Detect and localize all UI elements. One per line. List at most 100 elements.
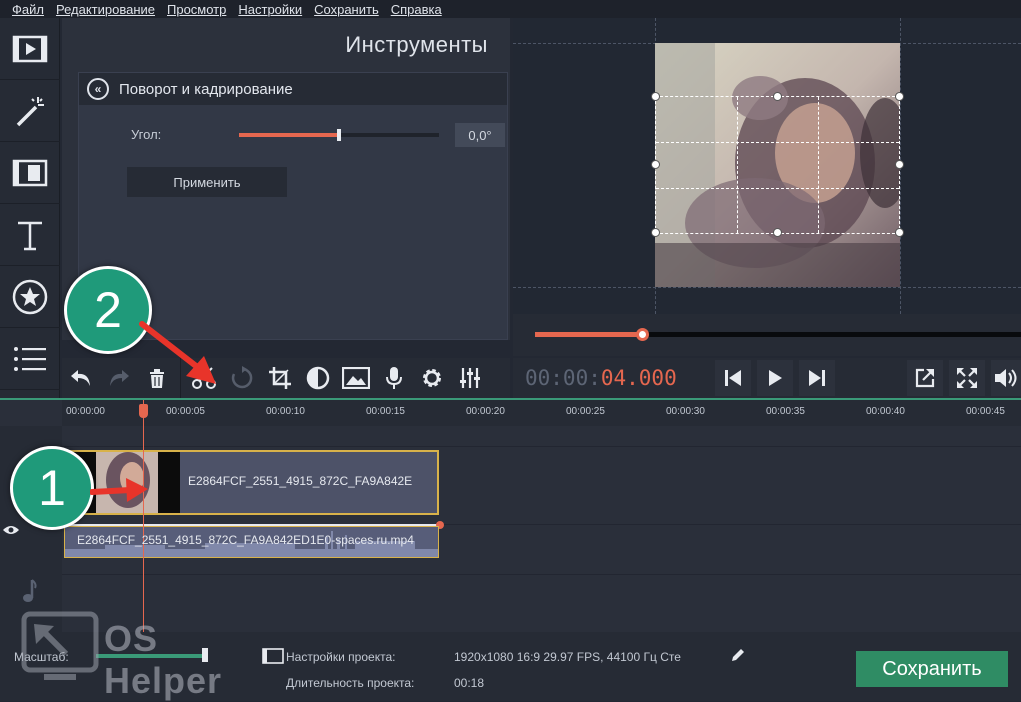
save-button[interactable]: Сохранить	[856, 651, 1008, 687]
menu-view[interactable]: Просмотр	[167, 2, 226, 17]
video-preview	[513, 18, 1021, 314]
angle-label: Угол:	[131, 127, 162, 142]
crop-grid-line	[818, 97, 819, 233]
timecode-dim: 00:00:	[525, 366, 601, 390]
ruler-tick-label: 00:00:30	[666, 406, 705, 417]
duration-label: Длительность проекта:	[286, 676, 415, 690]
fullscreen-button[interactable]	[949, 360, 985, 396]
play-button[interactable]	[757, 360, 793, 396]
back-chevron-icon[interactable]: «	[87, 78, 109, 100]
crop-frame[interactable]	[651, 92, 904, 237]
apply-button[interactable]: Применить	[127, 167, 287, 197]
color-adjust-button[interactable]	[299, 358, 337, 398]
angle-slider-handle[interactable]	[337, 129, 341, 141]
rotate-button[interactable]	[223, 358, 261, 398]
crop-grid-line	[656, 188, 899, 189]
crop-handle[interactable]	[773, 92, 782, 101]
clip-settings-button[interactable]	[413, 358, 451, 398]
rotate-crop-title: Поворот и кадрирование	[119, 80, 293, 98]
crop-grid-line	[656, 142, 899, 143]
watermark-logo: OS Helper	[20, 610, 221, 701]
crop-grid-line	[737, 97, 738, 233]
menu-save[interactable]: Сохранить	[314, 2, 379, 17]
crop-handle[interactable]	[895, 92, 904, 101]
sidebar	[0, 18, 60, 398]
popout-icon	[915, 368, 935, 388]
image-button[interactable]	[337, 358, 375, 398]
sidebar-item-more[interactable]	[0, 328, 60, 390]
crop-handle[interactable]	[773, 228, 782, 237]
next-frame-icon	[809, 370, 825, 386]
film-icon	[12, 35, 48, 62]
menu-edit[interactable]: Редактирование	[56, 2, 155, 17]
undo-button[interactable]	[62, 358, 100, 398]
crop-handle[interactable]	[895, 160, 904, 169]
angle-slider[interactable]	[239, 129, 439, 141]
redo-button[interactable]	[100, 358, 138, 398]
prev-frame-button[interactable]	[715, 360, 751, 396]
redo-icon	[110, 370, 129, 386]
fullscreen-icon	[957, 368, 977, 388]
title-text-icon	[18, 221, 42, 250]
pencil-icon[interactable]	[730, 647, 746, 663]
timeline: 00:00:00 00:00:05 00:00:10 00:00:15 00:0…	[0, 398, 1021, 634]
sidebar-item-titles[interactable]	[0, 204, 60, 266]
crop-icon	[269, 367, 291, 389]
popout-button[interactable]	[907, 360, 943, 396]
watermark-text: OS Helper	[104, 618, 223, 701]
music-note-icon	[23, 579, 37, 602]
microphone-icon	[386, 367, 402, 389]
playback-slider[interactable]	[535, 328, 1021, 341]
audio-clip[interactable]: E2864FCF_2551_4915_872C_FA9A842ED1E0-spa…	[64, 526, 439, 558]
annotation-arrow-1	[90, 478, 148, 502]
menu-help[interactable]: Справка	[391, 2, 442, 17]
playhead-handle[interactable]	[139, 404, 148, 418]
ruler-tick-label: 00:00:45	[966, 406, 1005, 417]
ruler-tick-label: 00:00:35	[766, 406, 805, 417]
ruler-tick-label: 00:00:05	[166, 406, 205, 417]
volume-icon	[995, 369, 1017, 387]
angle-value-field[interactable]: 0,0°	[455, 123, 505, 147]
sidebar-item-filters[interactable]	[0, 80, 60, 142]
next-frame-button[interactable]	[799, 360, 835, 396]
playhead-line	[143, 400, 144, 634]
ruler-tick-label: 00:00:20	[466, 406, 505, 417]
rotate-crop-header: « Поворот и кадрирование	[79, 73, 507, 105]
timecode-lit: 04.000	[600, 366, 677, 390]
project-settings-label: Настройки проекта:	[286, 650, 396, 664]
ruler-tick-label: 00:00:25	[566, 406, 605, 417]
menu-bar: Файл Редактирование Просмотр Настройки С…	[0, 0, 1021, 18]
equalizer-icon	[460, 368, 480, 388]
prev-frame-icon	[725, 370, 741, 386]
sticker-star-icon	[12, 279, 48, 314]
eye-icon[interactable]	[2, 524, 20, 536]
sidebar-item-stickers[interactable]	[0, 266, 60, 328]
video-clip-name: E2864FCF_2551_4915_872C_FA9A842E	[188, 474, 413, 488]
preview-progress	[513, 314, 1021, 356]
rotate-icon	[231, 366, 253, 389]
record-audio-button[interactable]	[375, 358, 413, 398]
project-settings-icon[interactable]	[262, 648, 284, 664]
angle-slider-fill	[239, 133, 339, 137]
ruler-tick-label: 00:00:15	[366, 406, 405, 417]
crop-handle[interactable]	[651, 228, 660, 237]
crop-handle[interactable]	[895, 228, 904, 237]
crop-handle[interactable]	[651, 160, 660, 169]
tools-title: Инструменты	[345, 32, 488, 57]
magic-wand-icon	[16, 96, 44, 126]
ruler-tick-label: 00:00:00	[66, 406, 105, 417]
gear-icon	[423, 369, 441, 387]
equalizer-button[interactable]	[451, 358, 489, 398]
volume-button[interactable]	[991, 360, 1021, 396]
timeline-ruler[interactable]: 00:00:00 00:00:05 00:00:10 00:00:15 00:0…	[62, 400, 1021, 426]
menu-file[interactable]: Файл	[12, 2, 44, 17]
sidebar-item-transitions[interactable]	[0, 142, 60, 204]
crop-handle[interactable]	[651, 92, 660, 101]
audio-clip-name: E2864FCF_2551_4915_872C_FA9A842ED1E0-spa…	[77, 533, 414, 547]
sidebar-item-import[interactable]	[0, 18, 60, 80]
crop-button[interactable]	[261, 358, 299, 398]
menu-settings[interactable]: Настройки	[238, 2, 302, 17]
playback-slider-knob[interactable]	[635, 328, 649, 341]
ruler-tick-label: 00:00:10	[266, 406, 305, 417]
color-adjust-icon	[306, 366, 330, 390]
